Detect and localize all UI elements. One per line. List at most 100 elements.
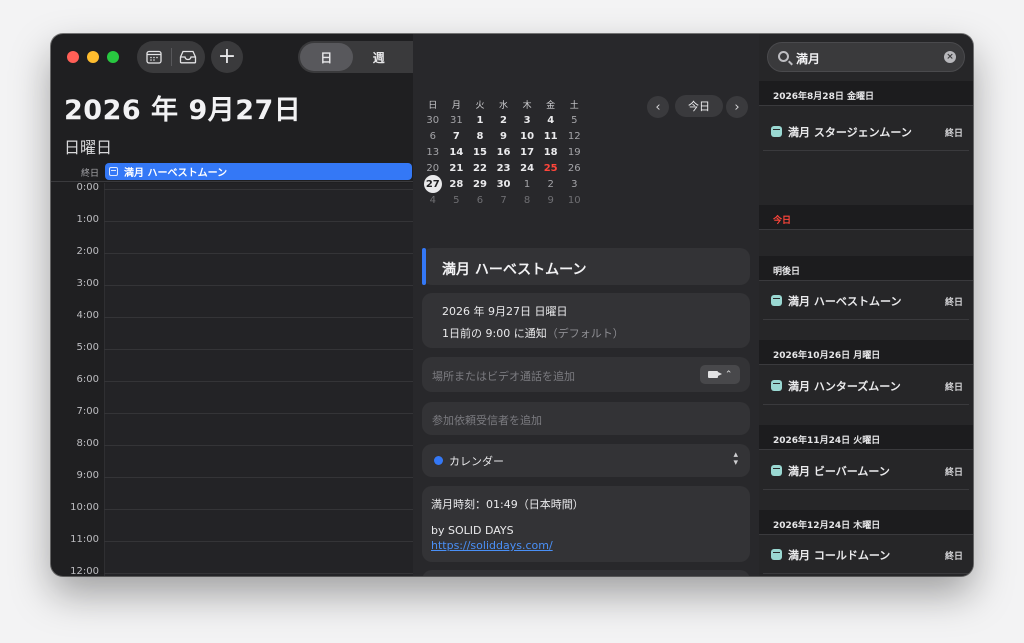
chevron-updown-icon: ▴ ▾ (733, 450, 738, 468)
mini-calendar-day[interactable]: 8 (515, 192, 539, 208)
mini-calendar-day[interactable]: 4 (539, 112, 563, 128)
hour-label: 5:00 (76, 342, 99, 353)
moon-calendar-icon (771, 295, 782, 306)
mini-calendar-day[interactable]: 25 (539, 160, 563, 176)
mini-calendar-day[interactable]: 13 (421, 144, 445, 160)
hour-label: 2:00 (76, 246, 99, 257)
mini-calendar-day[interactable]: 6 (468, 192, 492, 208)
clear-search-icon[interactable]: × (944, 51, 956, 63)
mini-calendar-day[interactable]: 23 (492, 160, 516, 176)
result-date-header: 明後日 (759, 256, 973, 281)
mini-calendar-day[interactable]: 30 (421, 112, 445, 128)
chevron-right-icon: › (734, 99, 740, 115)
hour-row: 6:00 (51, 374, 413, 407)
mini-calendar-day[interactable]: 16 (492, 144, 516, 160)
hour-row: 9:00 (51, 470, 413, 503)
tab-week[interactable]: 週 (353, 43, 406, 71)
mini-calendar-day[interactable]: 15 (468, 144, 492, 160)
search-result-item[interactable]: 満月 スタージェンムーン 終日 (763, 113, 969, 151)
minimize-window-button[interactable] (87, 51, 99, 63)
weekday-header: 月 (451, 100, 461, 111)
mini-calendar-day[interactable]: 7 (492, 192, 516, 208)
location-placeholder: 場所またはビデオ通話を追加 (432, 370, 575, 383)
mini-calendar-day[interactable]: 1 (468, 112, 492, 128)
result-title: 満月 ビーバームーン (788, 465, 890, 478)
event-title-card[interactable]: 満月 ハーベストムーン (422, 248, 750, 285)
weekday-header: 火 (475, 100, 485, 111)
mini-calendar-day[interactable]: 10 (515, 128, 539, 144)
mini-calendar-day[interactable]: 20 (421, 160, 445, 176)
hour-row: 0:00 (51, 182, 413, 215)
day-title: 2026 年 9月27日 (64, 95, 302, 126)
hour-label: 8:00 (76, 438, 99, 449)
mini-calendar-day[interactable]: 3 (515, 112, 539, 128)
mini-calendar-day[interactable]: 19 (562, 144, 586, 160)
today-button[interactable]: 今日 (675, 95, 723, 117)
mini-calendar-day[interactable]: 11 (539, 128, 563, 144)
mini-calendar-day[interactable]: 30 (492, 176, 516, 192)
mini-calendar-day[interactable]: 10 (562, 192, 586, 208)
video-call-button[interactable]: ⌃ (700, 365, 740, 384)
mini-calendar-day[interactable]: 1 (515, 176, 539, 192)
hour-row: 10:00 (51, 502, 413, 535)
all-day-event[interactable]: 満月 ハーベストムーン (105, 163, 412, 180)
event-title[interactable]: 満月 ハーベストムーン (442, 259, 586, 279)
mini-calendar-weekdays: 日月火水木金土 (421, 96, 586, 112)
mini-calendar-day[interactable]: 7 (445, 128, 469, 144)
notes-link[interactable]: https://soliddays.com/ (431, 539, 553, 552)
search-result-item[interactable]: 満月 ハーベストムーン 終日 (763, 282, 969, 320)
calendar-select[interactable]: カレンダー ▴ ▾ (422, 444, 750, 477)
mini-calendar-day[interactable]: 3 (562, 176, 586, 192)
event-date[interactable]: 2026 年 9月27日 日曜日 (442, 303, 567, 319)
mini-calendar-day[interactable]: 26 (562, 160, 586, 176)
mini-calendar-day[interactable]: 2 (539, 176, 563, 192)
mini-calendar-day[interactable]: 5 (562, 112, 586, 128)
mini-calendar-day[interactable]: 9 (539, 192, 563, 208)
calendar-list-button[interactable] (137, 41, 171, 73)
search-result-item[interactable]: 満月 ビーバームーン 終日 (763, 452, 969, 490)
mini-calendar-day[interactable]: 12 (562, 128, 586, 144)
add-event-button[interactable]: + (211, 41, 243, 73)
hour-gridline (104, 445, 413, 446)
hour-label: 0:00 (76, 182, 99, 193)
search-icon (778, 51, 789, 62)
next-month-button[interactable]: › (726, 96, 748, 118)
video-camera-icon (707, 371, 722, 378)
mini-calendar-day[interactable]: 18 (539, 144, 563, 160)
mini-calendar-day[interactable]: 9 (492, 128, 516, 144)
close-window-button[interactable] (67, 51, 79, 63)
mini-calendar-day[interactable]: 27 (421, 175, 445, 193)
mini-calendar-day[interactable]: 14 (445, 144, 469, 160)
day-timeline[interactable]: 0:00 1:00 2:00 3:00 4:00 5:00 6:00 7:00 8:00 9:00… (51, 182, 413, 576)
event-notes[interactable]: 満月時刻：01:49（日本時間） by SOLID DAYS https://s… (422, 486, 750, 562)
mini-calendar-day[interactable]: 24 (515, 160, 539, 176)
zoom-window-button[interactable] (107, 51, 119, 63)
mini-calendar-day[interactable]: 29 (468, 176, 492, 192)
hour-row: 2:00 (51, 246, 413, 279)
search-input[interactable]: 満月 × (767, 42, 965, 72)
search-result-item[interactable]: 満月 ハンターズムーン 終日 (763, 367, 969, 405)
mini-calendar-day[interactable]: 6 (421, 128, 445, 144)
search-result-item[interactable]: 満月 コールドムーン 終日 (763, 536, 969, 574)
hour-label: 10:00 (70, 502, 99, 513)
mini-calendar-day[interactable]: 17 (515, 144, 539, 160)
mini-calendar-day[interactable]: 31 (445, 112, 469, 128)
tab-day[interactable]: 日 (300, 43, 353, 71)
mini-calendar-day[interactable]: 5 (445, 192, 469, 208)
result-allday: 終日 (944, 552, 963, 562)
mini-calendar-day[interactable]: 28 (445, 176, 469, 192)
event-alert[interactable]: 1日前の 9:00 に通知（デフォルト） (442, 325, 624, 341)
invitees-field[interactable]: 参加依頼受信者を追加 (422, 402, 750, 435)
calendar-icon (146, 50, 162, 64)
result-date-header: 2026年10月26日 月曜日 (759, 340, 973, 365)
search-query[interactable]: 満月 (796, 50, 820, 67)
location-field[interactable]: 場所またはビデオ通話を追加 ⌃ (422, 357, 750, 392)
mini-calendar-day[interactable]: 4 (421, 192, 445, 208)
event-date-card[interactable]: 2026 年 9月27日 日曜日 1日前の 9:00 に通知（デフォルト） (422, 293, 750, 348)
mini-calendar-day[interactable]: 21 (445, 160, 469, 176)
mini-calendar-day[interactable]: 22 (468, 160, 492, 176)
previous-month-button[interactable]: ‹ (647, 96, 669, 118)
mini-calendar-day[interactable]: 2 (492, 112, 516, 128)
mini-calendar-day[interactable]: 8 (468, 128, 492, 144)
inbox-button[interactable] (171, 41, 205, 73)
